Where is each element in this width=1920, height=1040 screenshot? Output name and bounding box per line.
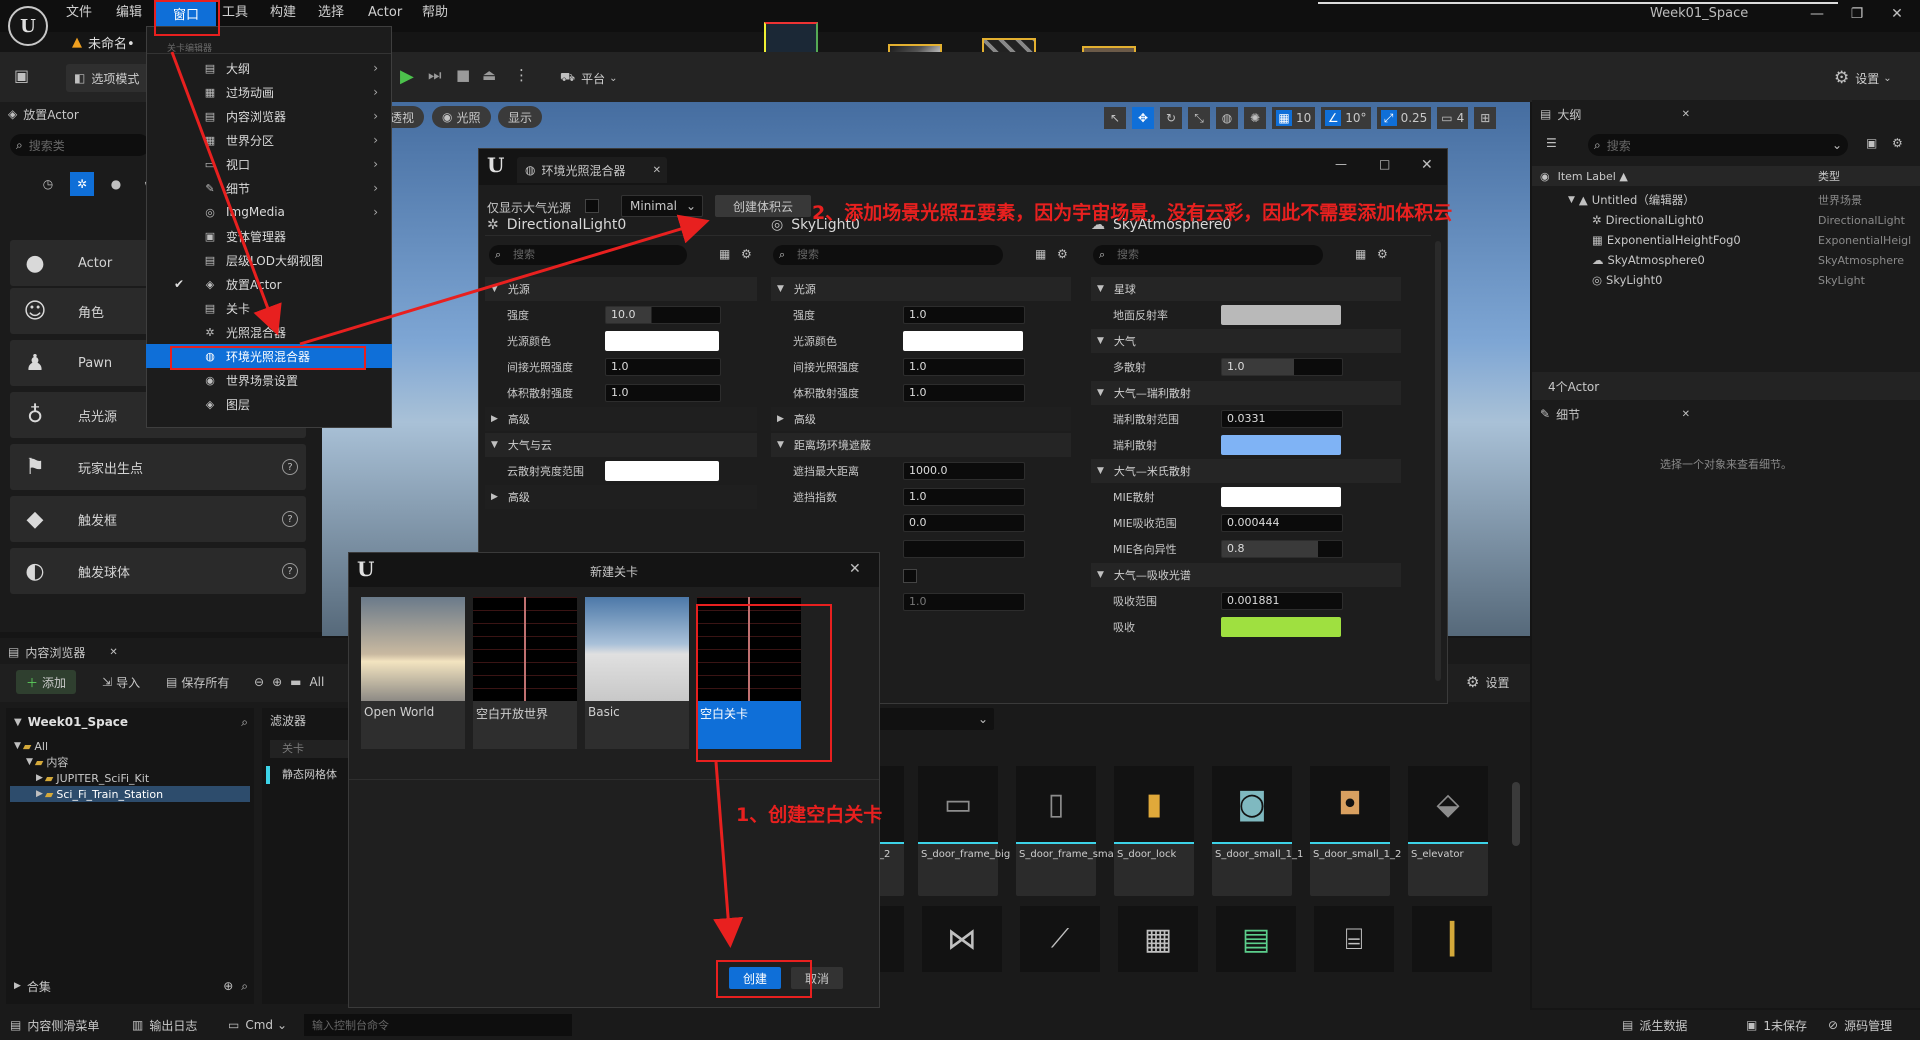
annotation-arrow-2: [299, 214, 710, 346]
annotation-step-1: 1、创建空白关卡: [736, 804, 883, 826]
annotation-arrow-1: [170, 51, 282, 336]
annotation-arrow-3: [713, 761, 744, 948]
annotation-step-2: 2、添加场景光照五要素，因为宇宙场景，没有云彩，因此不需要添加体积云: [812, 202, 1453, 224]
annotation-arrows: [170, 51, 744, 948]
